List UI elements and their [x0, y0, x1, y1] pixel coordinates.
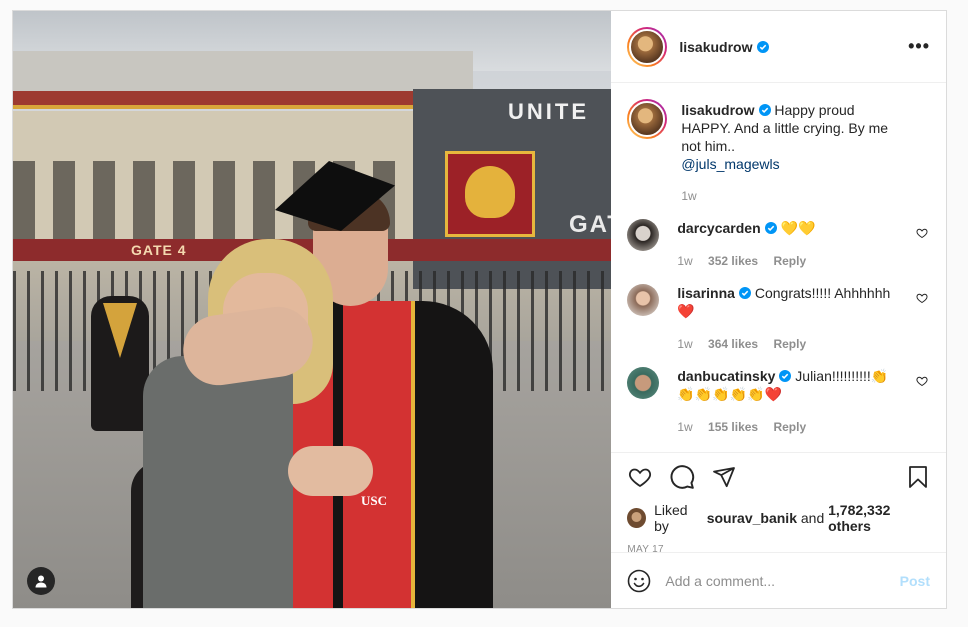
caption-mention[interactable]: @juls_magewls: [681, 156, 779, 172]
caption-meta: 1w: [681, 187, 904, 205]
reply-button[interactable]: Reply: [773, 420, 806, 434]
comment-item: danbucatinsky Julian!!!!!!!!!!👏👏👏👏👏👏❤️ 1…: [627, 367, 930, 436]
comment-time[interactable]: 1w: [677, 420, 692, 434]
reply-button[interactable]: Reply: [773, 254, 806, 268]
comment-like-heart-icon[interactable]: [916, 227, 928, 239]
commenter-avatar[interactable]: [627, 367, 660, 399]
emoji-icon[interactable]: [627, 569, 651, 593]
comment-meta: 1w 364 likes Reply: [677, 335, 904, 353]
photo-united-text: UNITE: [508, 99, 589, 124]
comment-body: darcycarden 💛💛 1w 352 likes Reply: [677, 219, 930, 270]
action-icons: [627, 463, 930, 491]
reply-button[interactable]: Reply: [773, 337, 806, 351]
photo-gat-text: GAT: [569, 211, 611, 238]
liked-by-user[interactable]: sourav_banik: [707, 510, 797, 526]
photo-stadium-band: [13, 91, 433, 109]
comment-body: danbucatinsky Julian!!!!!!!!!!👏👏👏👏👏👏❤️ 1…: [677, 367, 930, 436]
caption-avatar[interactable]: [627, 99, 668, 139]
liker-avatar[interactable]: [627, 508, 647, 528]
instagram-post: UNITE GAT GATE 4 USC lisakudrow •••: [12, 10, 947, 609]
comment-like-heart-icon[interactable]: [916, 292, 928, 304]
photo-usc-text: USC: [361, 493, 388, 508]
post-photo[interactable]: UNITE GAT GATE 4 USC: [13, 11, 612, 608]
author-username[interactable]: lisakudrow: [679, 39, 752, 55]
comment-text: 💛💛: [780, 220, 816, 236]
bookmark-icon[interactable]: [906, 464, 930, 490]
comment-likes[interactable]: 364 likes: [708, 337, 758, 351]
comment-likes[interactable]: 352 likes: [708, 254, 758, 268]
comment-time[interactable]: 1w: [677, 337, 692, 351]
more-options-button[interactable]: •••: [908, 36, 930, 57]
comment-username[interactable]: darcycarden: [677, 220, 760, 236]
post-comment-button[interactable]: Post: [900, 573, 930, 589]
comment-item: lisarinna Congrats!!!!! Ahhhhhh ❤️ 1w 36…: [627, 284, 930, 353]
user-tag-icon[interactable]: [27, 567, 55, 595]
verified-badge-icon: [758, 104, 771, 116]
liked-by-prefix: Liked by: [654, 502, 688, 534]
verified-badge-icon: [738, 287, 751, 299]
verified-badge-icon: [764, 222, 777, 234]
verified-badge-icon: [779, 370, 792, 382]
caption-body: lisakudrow Happy proud HAPPY. And a litt…: [681, 101, 930, 205]
liked-by-others[interactable]: 1,782,332 others: [828, 502, 930, 534]
post-actions: Liked by sourav_banik and 1,782,332 othe…: [611, 452, 946, 555]
comment-like-heart-icon[interactable]: [916, 375, 928, 387]
comment-time[interactable]: 1w: [677, 254, 692, 268]
comment-likes[interactable]: 155 likes: [708, 420, 758, 434]
comment-meta: 1w 155 likes Reply: [677, 418, 904, 436]
comments-section: lisakudrow Happy proud HAPPY. And a litt…: [611, 83, 946, 452]
caption: lisakudrow Happy proud HAPPY. And a litt…: [627, 99, 930, 205]
caption-time[interactable]: 1w: [681, 189, 696, 203]
commenter-avatar[interactable]: [627, 219, 660, 251]
photo-gate-text: GATE 4: [131, 242, 187, 258]
comment-item: darcycarden 💛💛 1w 352 likes Reply: [627, 219, 930, 270]
comment-username[interactable]: lisarinna: [677, 285, 735, 301]
heart-icon[interactable]: [627, 465, 653, 489]
post-sidebar: lisakudrow ••• lisakudrow Happy proud HA…: [611, 11, 946, 608]
add-comment-bar: Post: [611, 552, 946, 608]
photo-woman-scarf: [143, 356, 293, 608]
comment-meta: 1w 352 likes Reply: [677, 252, 904, 270]
photo-trojan-head: [465, 166, 515, 218]
post-header: lisakudrow •••: [611, 11, 946, 83]
caption-username[interactable]: lisakudrow: [681, 102, 754, 118]
comment-input[interactable]: [665, 572, 900, 589]
liked-by-and: and: [800, 510, 825, 526]
commenter-avatar[interactable]: [627, 284, 660, 316]
likes-summary: Liked by sourav_banik and 1,782,332 othe…: [627, 502, 930, 534]
photo-hand: [288, 446, 373, 496]
comment-body: lisarinna Congrats!!!!! Ahhhhhh ❤️ 1w 36…: [677, 284, 930, 353]
comment-username[interactable]: danbucatinsky: [677, 368, 775, 384]
verified-badge-icon: [756, 40, 769, 53]
author-avatar[interactable]: [627, 26, 668, 67]
comment-icon[interactable]: [669, 464, 695, 490]
share-icon[interactable]: [711, 465, 737, 489]
photo-stadium: [13, 51, 473, 96]
